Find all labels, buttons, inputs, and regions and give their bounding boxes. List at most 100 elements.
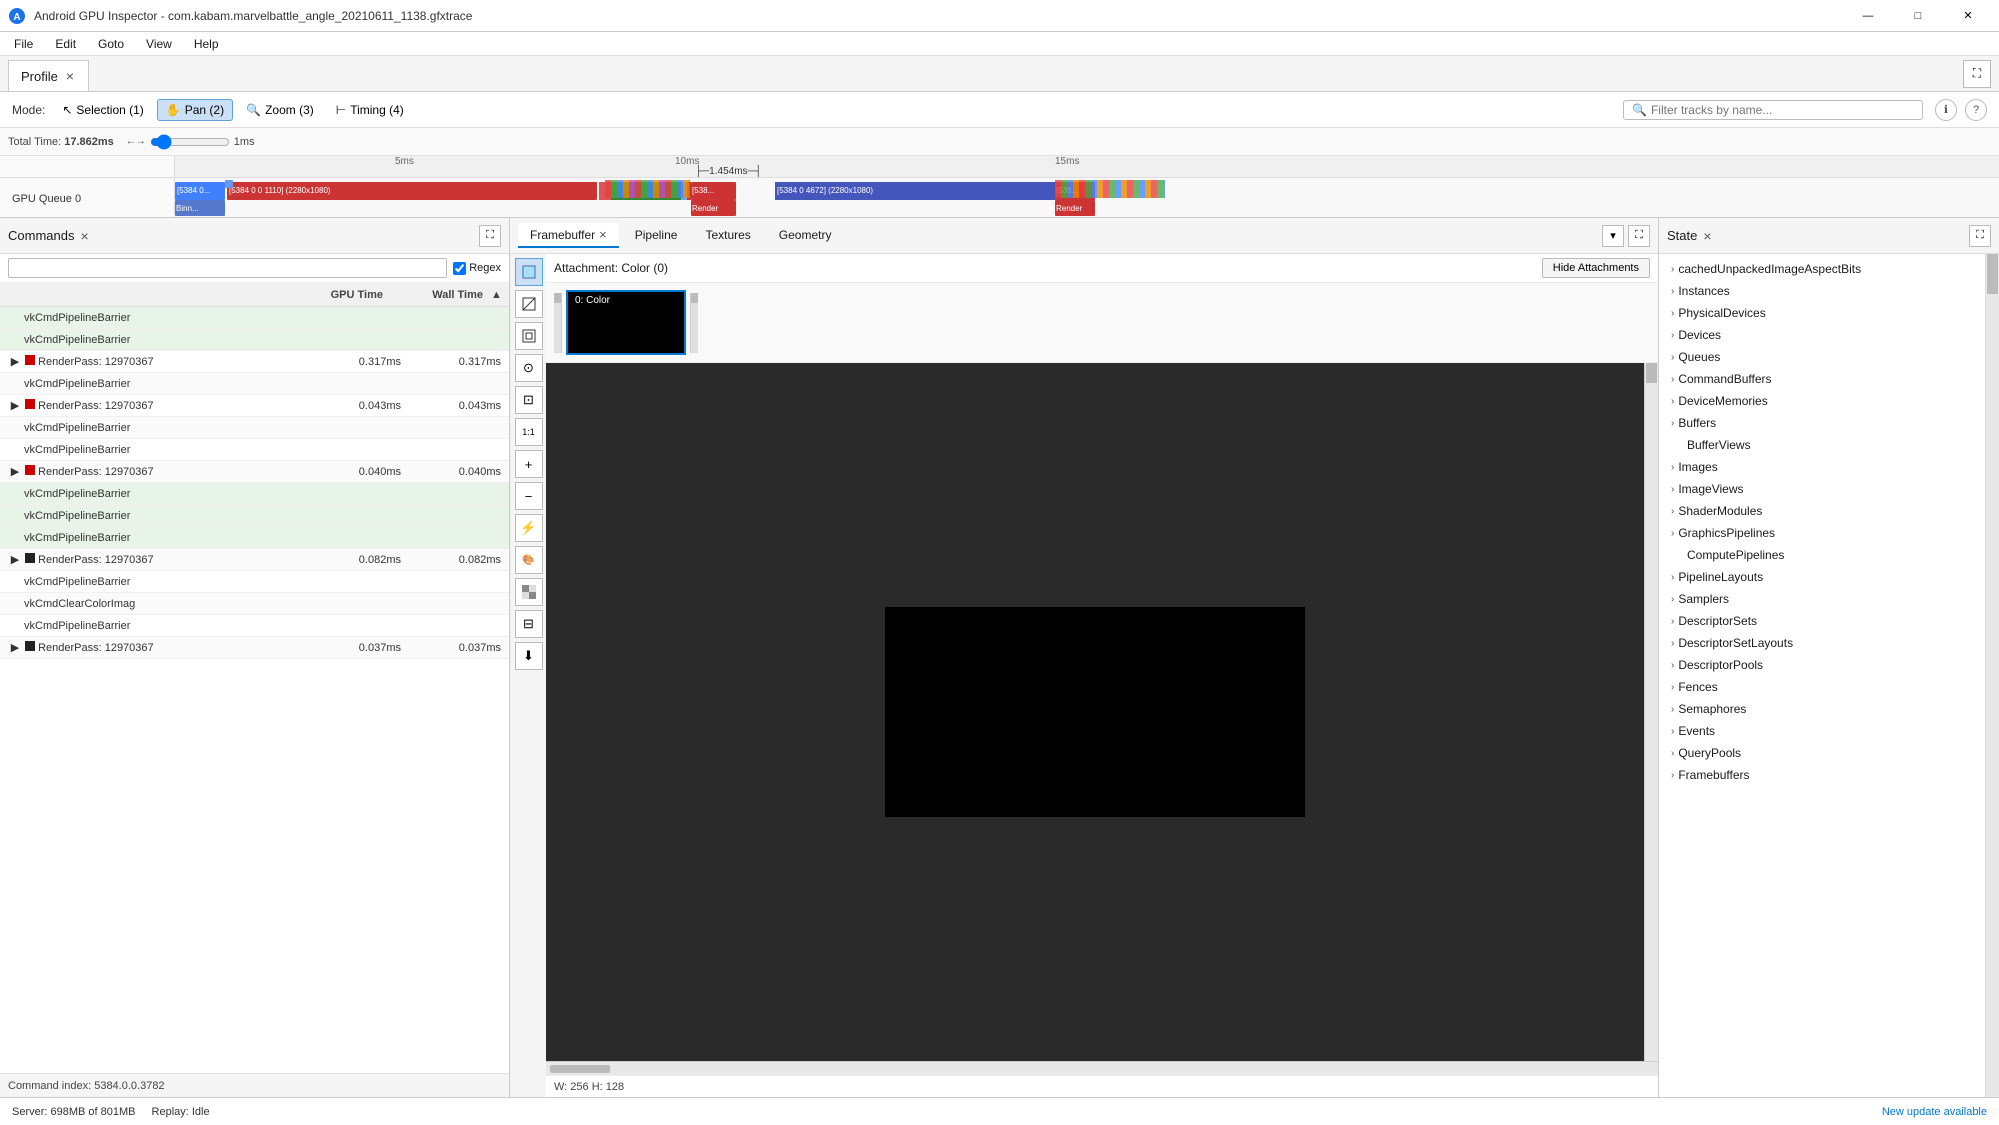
mode-selection-button[interactable]: ↖ Selection (1): [53, 99, 152, 121]
commands-expand-button[interactable]: ⛶: [479, 225, 501, 247]
tool-crop-rect[interactable]: ⊟: [515, 610, 543, 638]
table-row[interactable]: vkCmdPipelineBarrier: [0, 307, 509, 329]
framebuffer-image[interactable]: [546, 363, 1644, 1061]
state-scrollbar[interactable]: [1985, 254, 1999, 1097]
framebuffer-thumbnail[interactable]: 0: Color: [566, 290, 686, 355]
commands-tab[interactable]: Commands: [8, 228, 74, 243]
framebuffer-expand-button[interactable]: ⛶: [1628, 225, 1650, 247]
table-row[interactable]: ▶ RenderPass: 12970367 0.037ms 0.037ms: [0, 637, 509, 659]
tool-depth[interactable]: [515, 290, 543, 318]
menu-view[interactable]: View: [136, 35, 182, 53]
tool-download[interactable]: ⬇: [515, 642, 543, 670]
menu-goto[interactable]: Goto: [88, 35, 134, 53]
state-item-commandbuffers[interactable]: › CommandBuffers: [1659, 368, 1985, 390]
state-item-descriptorsets[interactable]: › DescriptorSets: [1659, 610, 1985, 632]
state-expand-button[interactable]: ⛶: [1969, 225, 1991, 247]
state-item-shadermodules[interactable]: › ShaderModules: [1659, 500, 1985, 522]
tab-framebuffer[interactable]: Framebuffer ×: [518, 223, 619, 248]
mode-zoom-button[interactable]: 🔍 Zoom (3): [237, 99, 323, 121]
table-row[interactable]: vkCmdPipelineBarrier: [0, 417, 509, 439]
minimize-button[interactable]: —: [1845, 0, 1891, 32]
table-row[interactable]: ▶ RenderPass: 12970367 0.317ms 0.317ms: [0, 351, 509, 373]
expand-icon[interactable]: ▶: [8, 355, 22, 368]
expand-icon[interactable]: ▶: [8, 399, 22, 412]
expand-icon[interactable]: ▶: [8, 553, 22, 566]
table-row[interactable]: ▶ RenderPass: 12970367 0.040ms 0.040ms: [0, 461, 509, 483]
state-item-fences[interactable]: › Fences: [1659, 676, 1985, 698]
timeline-slider[interactable]: [150, 134, 230, 150]
regex-checkbox[interactable]: [453, 262, 466, 275]
state-item-devices[interactable]: › Devices: [1659, 324, 1985, 346]
tool-zoom-out[interactable]: −: [515, 482, 543, 510]
state-item-buffers[interactable]: › Buffers: [1659, 412, 1985, 434]
table-row[interactable]: vkCmdPipelineBarrier: [0, 571, 509, 593]
regex-checkbox-label[interactable]: Regex: [453, 262, 501, 275]
tool-stencil[interactable]: [515, 322, 543, 350]
commands-close[interactable]: ×: [80, 228, 88, 244]
expand-icon[interactable]: ▶: [8, 465, 22, 478]
table-row[interactable]: vkCmdPipelineBarrier: [0, 483, 509, 505]
tool-palette[interactable]: 🎨: [515, 546, 543, 574]
update-link[interactable]: New update available: [1882, 1106, 1987, 1118]
table-row[interactable]: vkCmdClearColorImag: [0, 593, 509, 615]
state-item-devicememories[interactable]: › DeviceMemories: [1659, 390, 1985, 412]
tool-1-1[interactable]: 1:1: [515, 418, 543, 446]
hide-attachments-button[interactable]: Hide Attachments: [1542, 258, 1650, 278]
framebuffer-tab-close[interactable]: ×: [599, 227, 607, 242]
state-item-semaphores[interactable]: › Semaphores: [1659, 698, 1985, 720]
tool-crop[interactable]: ⊡: [515, 386, 543, 414]
menu-help[interactable]: Help: [184, 35, 229, 53]
state-item-imageviews[interactable]: › ImageViews: [1659, 478, 1985, 500]
state-item-cachedUnpacked[interactable]: › cachedUnpackedImageAspectBits: [1659, 258, 1985, 280]
state-item-queues[interactable]: › Queues: [1659, 346, 1985, 368]
tool-zoom-in[interactable]: +: [515, 450, 543, 478]
state-item-pipelinelayouts[interactable]: › PipelineLayouts: [1659, 566, 1985, 588]
profile-expand-button[interactable]: ⛶: [1963, 60, 1991, 88]
commands-search-input[interactable]: [8, 258, 447, 278]
framebuffer-dropdown-button[interactable]: ▾: [1602, 225, 1624, 247]
table-row[interactable]: ▶ RenderPass: 12970367 0.043ms 0.043ms: [0, 395, 509, 417]
state-item-computepipelines[interactable]: ComputePipelines: [1659, 544, 1985, 566]
table-row[interactable]: vkCmdPipelineBarrier: [0, 615, 509, 637]
thumb-scroll-down[interactable]: [690, 293, 698, 353]
state-item-framebuffers[interactable]: › Framebuffers: [1659, 764, 1985, 786]
maximize-button[interactable]: □: [1895, 0, 1941, 32]
tab-pipeline[interactable]: Pipeline: [623, 224, 690, 248]
table-row[interactable]: vkCmdPipelineBarrier: [0, 373, 509, 395]
state-item-querypools[interactable]: › QueryPools: [1659, 742, 1985, 764]
gpu-track[interactable]: [5384 0... [5384 0 0 1110] (2280x1080) […: [175, 178, 1999, 218]
thumb-scroll-up[interactable]: [554, 293, 562, 353]
table-row[interactable]: vkCmdPipelineBarrier: [0, 329, 509, 351]
state-item-descriptorpools[interactable]: › DescriptorPools: [1659, 654, 1985, 676]
state-item-events[interactable]: › Events: [1659, 720, 1985, 742]
state-item-samplers[interactable]: › Samplers: [1659, 588, 1985, 610]
help-button[interactable]: ?: [1965, 99, 1987, 121]
fb-horizontal-scrollbar[interactable]: [546, 1061, 1658, 1075]
mode-timing-button[interactable]: ⊢ Timing (4): [327, 99, 413, 121]
state-item-graphicspipelines[interactable]: › GraphicsPipelines: [1659, 522, 1985, 544]
state-item-physicaldevices[interactable]: › PhysicalDevices: [1659, 302, 1985, 324]
expand-icon[interactable]: ▶: [8, 641, 22, 654]
tab-geometry[interactable]: Geometry: [767, 224, 844, 248]
state-item-images[interactable]: › Images: [1659, 456, 1985, 478]
tool-camera[interactable]: ⊙: [515, 354, 543, 382]
tool-exposure[interactable]: ⚡: [515, 514, 543, 542]
tool-color-attachment[interactable]: [515, 258, 543, 286]
close-button[interactable]: ✕: [1945, 0, 1991, 32]
fb-vertical-scrollbar[interactable]: [1644, 363, 1658, 1061]
table-row[interactable]: vkCmdPipelineBarrier: [0, 527, 509, 549]
state-item-descriptorsetlayouts[interactable]: › DescriptorSetLayouts: [1659, 632, 1985, 654]
menu-file[interactable]: File: [4, 35, 43, 53]
tool-checker[interactable]: [515, 578, 543, 606]
table-row[interactable]: ▶ RenderPass: 12970367 0.082ms 0.082ms: [0, 549, 509, 571]
state-item-instances[interactable]: › Instances: [1659, 280, 1985, 302]
info-button[interactable]: ℹ: [1935, 99, 1957, 121]
commands-table-body[interactable]: vkCmdPipelineBarrier vkCmdPipelineBarrie…: [0, 307, 509, 1073]
table-row[interactable]: vkCmdPipelineBarrier: [0, 505, 509, 527]
filter-input[interactable]: [1651, 103, 1914, 117]
state-item-bufferviews[interactable]: BufferViews: [1659, 434, 1985, 456]
mode-pan-button[interactable]: ✋ Pan (2): [157, 99, 233, 121]
menu-edit[interactable]: Edit: [45, 35, 86, 53]
table-row[interactable]: vkCmdPipelineBarrier: [0, 439, 509, 461]
profile-tab-close[interactable]: ×: [64, 68, 76, 84]
